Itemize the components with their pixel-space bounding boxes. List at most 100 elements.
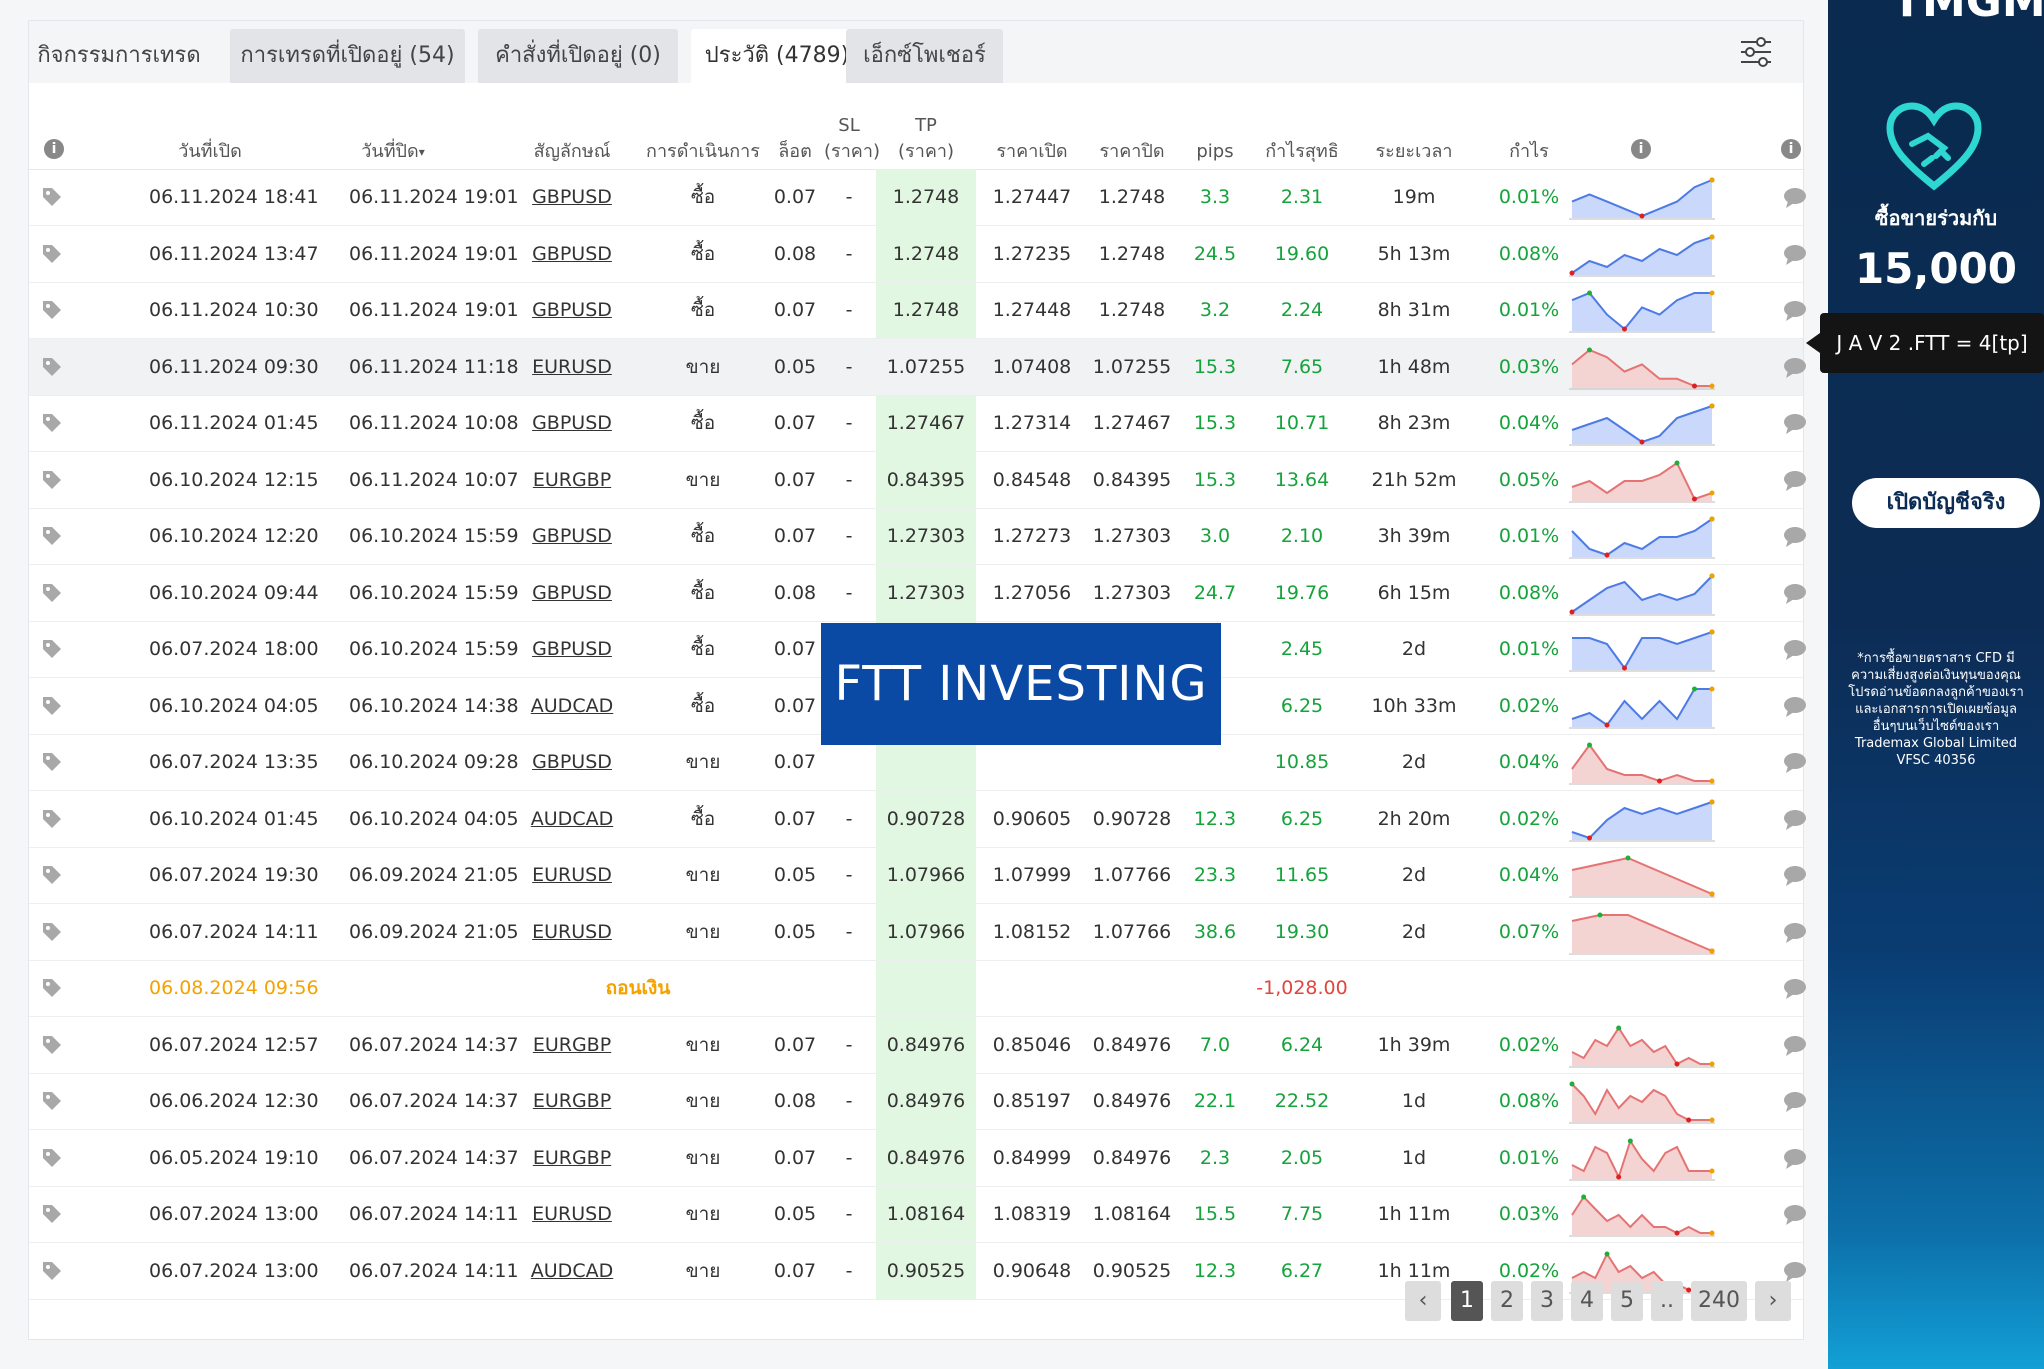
- header-gain[interactable]: กำไร: [1474, 139, 1584, 165]
- tab-exposure[interactable]: เอ็กซ์โพเชอร์: [846, 29, 1003, 83]
- comment-icon[interactable]: [1783, 1148, 1807, 1170]
- tag-icon[interactable]: [41, 1034, 63, 1056]
- tag-icon[interactable]: [41, 186, 63, 208]
- tag-icon[interactable]: [41, 582, 63, 604]
- tag-icon[interactable]: [41, 638, 63, 660]
- trade-sparkline[interactable]: [1569, 287, 1715, 333]
- tag-icon[interactable]: [41, 243, 63, 265]
- table-row[interactable]: 06.11.2024 01:45 06.11.2024 10:08 GBPUSD ซื…: [29, 395, 1806, 452]
- tag-icon[interactable]: [41, 864, 63, 886]
- trade-sparkline[interactable]: [1569, 570, 1715, 616]
- table-row[interactable]: 06.07.2024 14:11 06.09.2024 21:05 EURUSD ขา…: [29, 904, 1806, 961]
- filter-settings-icon[interactable]: [1739, 35, 1773, 69]
- tag-icon[interactable]: [41, 1090, 63, 1112]
- comment-icon[interactable]: [1783, 357, 1807, 379]
- pagination-prev-button[interactable]: ‹: [1405, 1281, 1441, 1321]
- comment-icon[interactable]: [1783, 696, 1807, 718]
- symbol-link[interactable]: GBPUSD: [509, 395, 635, 451]
- trade-sparkline[interactable]: [1569, 739, 1715, 785]
- comment-icon[interactable]: [1783, 300, 1807, 322]
- symbol-link[interactable]: AUDCAD: [509, 791, 635, 847]
- tag-icon[interactable]: [41, 1260, 63, 1282]
- header-pips[interactable]: pips: [1187, 139, 1243, 165]
- symbol-link[interactable]: EURGBP: [509, 1073, 635, 1129]
- comment-icon[interactable]: [1783, 978, 1807, 1000]
- comment-icon[interactable]: [1783, 526, 1807, 548]
- pagination-page-3[interactable]: 3: [1531, 1281, 1563, 1321]
- comment-icon[interactable]: [1783, 1204, 1807, 1226]
- open-real-account-button[interactable]: เปิดบัญชีจริง: [1852, 478, 2040, 528]
- trade-sparkline[interactable]: [1569, 400, 1715, 446]
- header-close-time[interactable]: วันที่ปิด▾: [349, 139, 437, 165]
- comment-icon[interactable]: [1783, 752, 1807, 774]
- symbol-link[interactable]: EURGBP: [509, 452, 635, 508]
- table-row[interactable]: 06.11.2024 10:30 06.11.2024 19:01 GBPUSD ซื…: [29, 282, 1806, 339]
- trade-sparkline[interactable]: [1569, 626, 1715, 672]
- pagination-next-button[interactable]: ›: [1755, 1281, 1791, 1321]
- trade-sparkline[interactable]: [1569, 683, 1715, 729]
- table-row[interactable]: 06.10.2024 12:15 06.11.2024 10:07 EURGBP ขา…: [29, 452, 1806, 509]
- comment-icon[interactable]: [1783, 922, 1807, 944]
- comment-icon[interactable]: [1783, 413, 1807, 435]
- tag-icon[interactable]: [41, 299, 63, 321]
- table-row[interactable]: 06.07.2024 12:57 06.07.2024 14:37 EURGBP ขา…: [29, 1017, 1806, 1074]
- symbol-link[interactable]: GBPUSD: [509, 621, 635, 677]
- withdrawal-row[interactable]: 06.08.2024 09:56 ถอนเงิน -1,028.00: [29, 960, 1806, 1017]
- trade-sparkline[interactable]: [1569, 1135, 1715, 1181]
- trade-sparkline[interactable]: [1569, 174, 1715, 220]
- header-open-price[interactable]: ราคาเปิด: [984, 139, 1080, 165]
- comment-icon[interactable]: [1783, 583, 1807, 605]
- trade-sparkline[interactable]: [1569, 1191, 1715, 1237]
- comment-info-icon[interactable]: i: [1781, 139, 1801, 159]
- header-symbol[interactable]: สัญลักษณ์: [509, 139, 635, 165]
- symbol-link[interactable]: GBPUSD: [509, 226, 635, 282]
- tab-history[interactable]: ประวัติ (4789): [691, 29, 863, 83]
- symbol-link[interactable]: GBPUSD: [509, 734, 635, 790]
- header-action[interactable]: การดำเนินการ: [639, 139, 767, 165]
- table-row[interactable]: 06.11.2024 18:41 06.11.2024 19:01 GBPUSD ซื…: [29, 169, 1806, 226]
- tag-icon[interactable]: [41, 977, 63, 999]
- tag-icon[interactable]: [41, 751, 63, 773]
- tag-icon[interactable]: [41, 1203, 63, 1225]
- table-row[interactable]: 06.11.2024 13:47 06.11.2024 19:01 GBPUSD ซื…: [29, 226, 1806, 283]
- comment-icon[interactable]: [1783, 639, 1807, 661]
- symbol-link[interactable]: EURGBP: [509, 1017, 635, 1073]
- trade-sparkline[interactable]: [1569, 909, 1715, 955]
- tag-icon[interactable]: [41, 921, 63, 943]
- comment-icon[interactable]: [1783, 1261, 1807, 1283]
- comment-icon[interactable]: [1783, 470, 1807, 492]
- tag-icon[interactable]: [41, 808, 63, 830]
- symbol-link[interactable]: EURUSD: [509, 339, 635, 395]
- symbol-link[interactable]: GBPUSD: [509, 282, 635, 338]
- comment-icon[interactable]: [1783, 1035, 1807, 1057]
- trade-sparkline[interactable]: [1569, 796, 1715, 842]
- pagination-page-5[interactable]: 5: [1611, 1281, 1643, 1321]
- tag-icon[interactable]: [41, 1147, 63, 1169]
- advertisement-sidebar[interactable]: TMGM ซื้อขายร่วมกับ 15,000 เปิดบัญชีจริง…: [1828, 0, 2044, 1369]
- header-duration[interactable]: ระยะเวลา: [1359, 139, 1469, 165]
- table-row[interactable]: 06.05.2024 19:10 06.07.2024 14:37 EURGBP ขา…: [29, 1130, 1806, 1187]
- header-close-price[interactable]: ราคาปิด: [1084, 139, 1180, 165]
- tab-open-orders[interactable]: คำสั่งที่เปิดอยู่ (0): [478, 29, 678, 83]
- tag-icon[interactable]: [41, 525, 63, 547]
- trade-sparkline[interactable]: [1569, 457, 1715, 503]
- header-tp[interactable]: TP (ราคา): [876, 113, 976, 165]
- pagination-page-1[interactable]: 1: [1451, 1281, 1483, 1321]
- table-row[interactable]: 06.10.2024 12:20 06.10.2024 15:59 GBPUSD ซื…: [29, 508, 1806, 565]
- trade-sparkline[interactable]: [1569, 1022, 1715, 1068]
- symbol-link[interactable]: AUDCAD: [509, 678, 635, 734]
- symbol-link[interactable]: GBPUSD: [509, 508, 635, 564]
- symbol-link[interactable]: GBPUSD: [509, 565, 635, 621]
- table-row[interactable]: 06.10.2024 01:45 06.10.2024 04:05 AUDCAD ซื…: [29, 791, 1806, 848]
- table-row[interactable]: 06.07.2024 13:00 06.07.2024 14:11 EURUSD ขา…: [29, 1186, 1806, 1243]
- chart-info-icon[interactable]: i: [1631, 139, 1651, 159]
- trade-sparkline[interactable]: [1569, 852, 1715, 898]
- table-row[interactable]: 06.07.2024 19:30 06.09.2024 21:05 EURUSD ขา…: [29, 847, 1806, 904]
- comment-icon[interactable]: [1783, 187, 1807, 209]
- trade-sparkline[interactable]: [1569, 1078, 1715, 1124]
- tag-icon[interactable]: [41, 356, 63, 378]
- trade-sparkline[interactable]: [1569, 344, 1715, 390]
- info-icon[interactable]: i: [44, 139, 64, 159]
- pagination-last-page[interactable]: 240: [1691, 1281, 1747, 1321]
- comment-icon[interactable]: [1783, 1091, 1807, 1113]
